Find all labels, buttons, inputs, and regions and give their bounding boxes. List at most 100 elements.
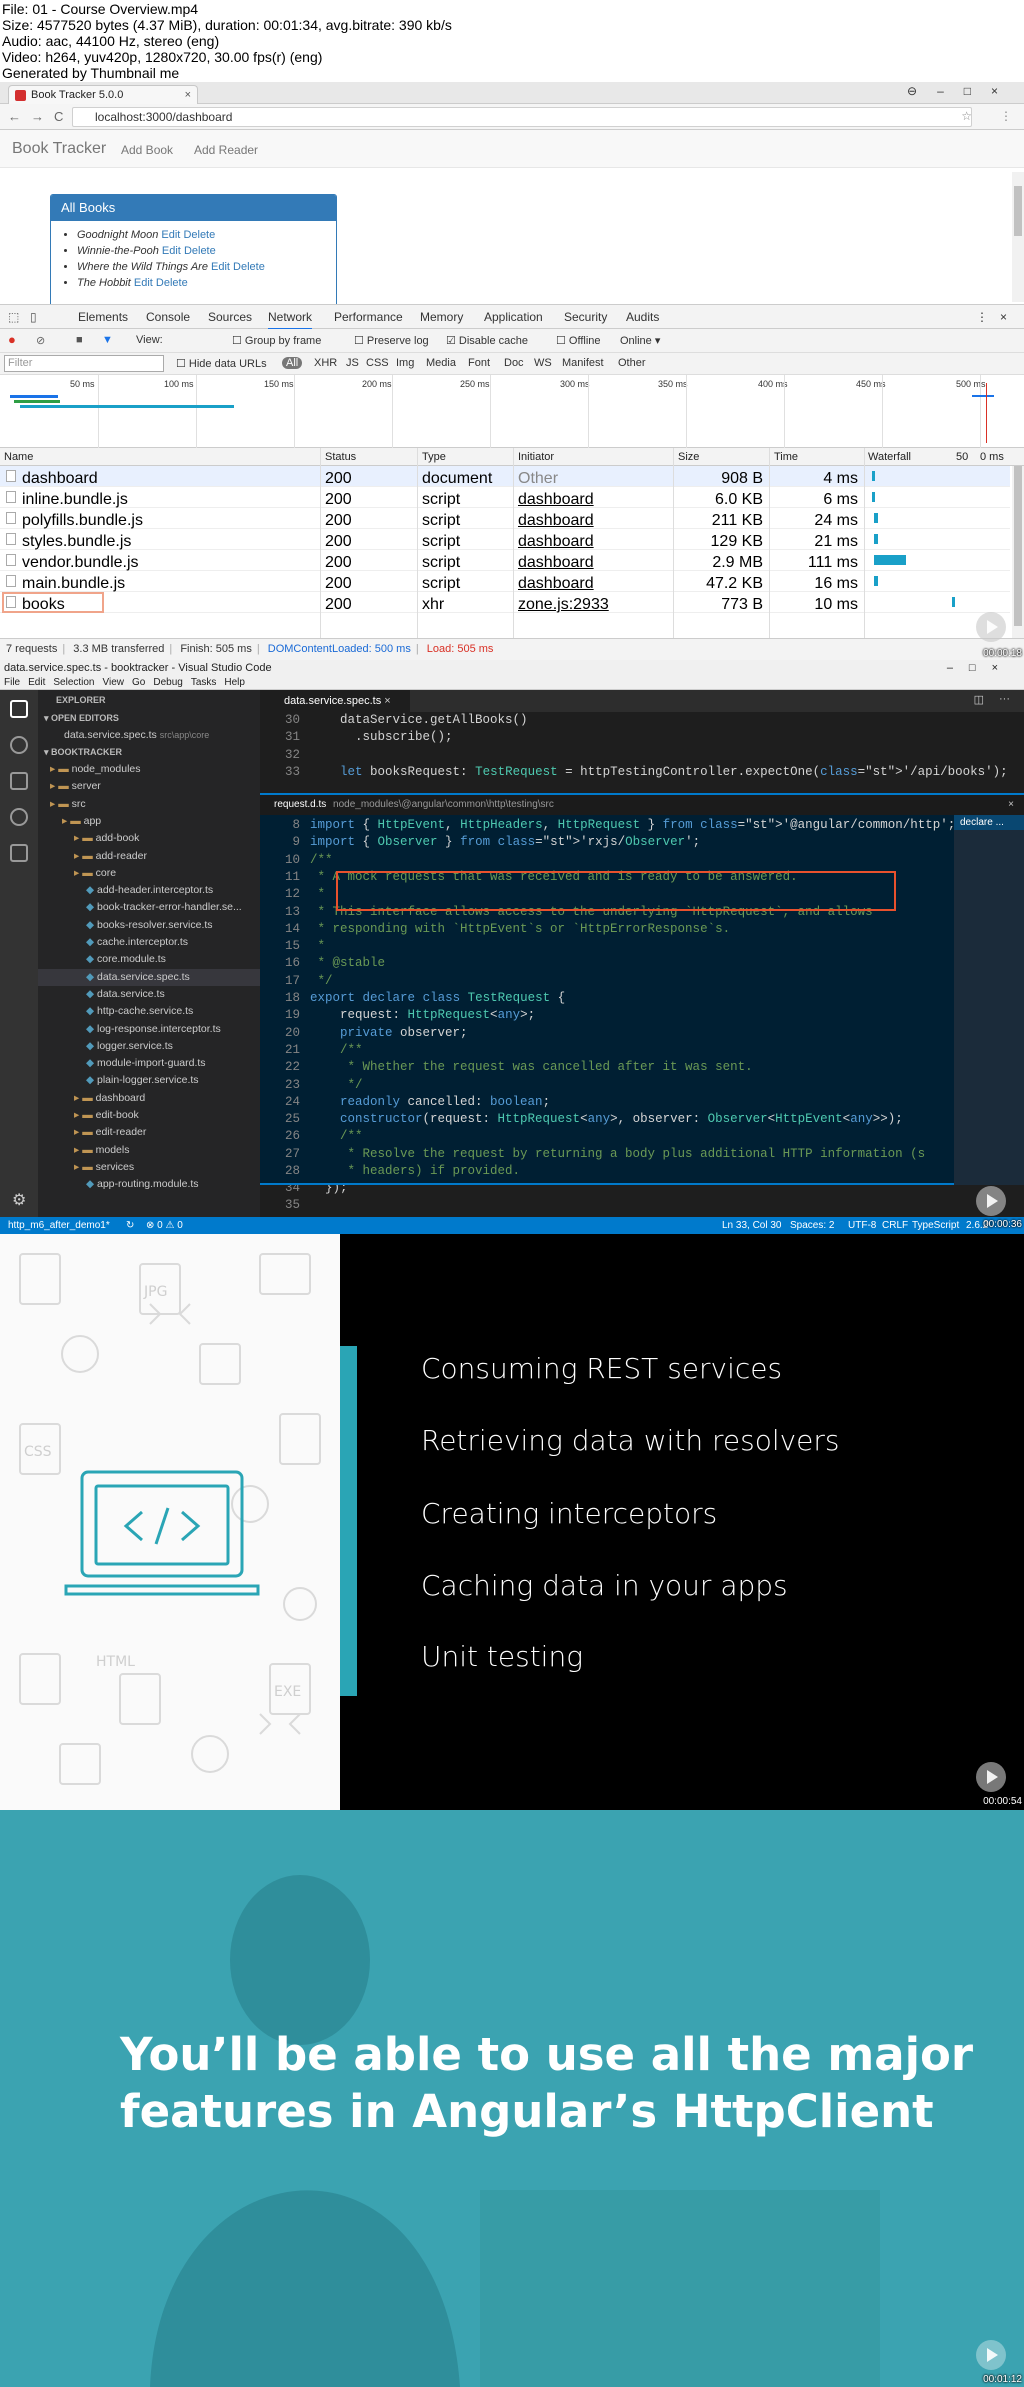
tree-file[interactable]: ◆ data.service.ts xyxy=(38,986,260,1003)
network-row[interactable]: books 200 xhr zone.js:2933 773 B 10 ms xyxy=(0,592,1010,613)
status-spaces[interactable]: Spaces: 2 xyxy=(790,1217,834,1234)
code-top[interactable]: 30 dataService.getAllBooks() 31 .subscrib… xyxy=(260,712,1024,782)
open-editor-item[interactable]: data.service.spec.ts src\app\core xyxy=(64,727,209,744)
menu-debug[interactable]: Debug xyxy=(153,677,182,688)
tree-folder[interactable]: ▸ ▬ core xyxy=(38,865,260,882)
tree-folder[interactable]: ▸ ▬ models xyxy=(38,1142,260,1159)
cell-initiator[interactable]: dashboard xyxy=(518,554,594,572)
delete-link[interactable]: Delete xyxy=(233,261,265,273)
debug-icon[interactable] xyxy=(10,808,28,826)
type-ws[interactable]: WS xyxy=(534,357,552,369)
edit-link[interactable]: Edit xyxy=(162,245,181,257)
menu-view[interactable]: View xyxy=(103,677,125,688)
col-initiator[interactable]: Initiator xyxy=(518,451,554,463)
status-position[interactable]: Ln 33, Col 30 xyxy=(722,1217,782,1234)
code-line[interactable]: 21 /** xyxy=(260,1042,954,1059)
tree-file[interactable]: ◆ module-import-guard.ts xyxy=(38,1055,260,1072)
window-controls[interactable]: ⊖–□× xyxy=(907,84,1018,98)
tree-file[interactable]: ◆ cache.interceptor.ts xyxy=(38,934,260,951)
col-time[interactable]: Time xyxy=(774,451,798,463)
editor-tab[interactable]: data.service.spec.ts × xyxy=(260,690,410,712)
status-encoding[interactable]: UTF-8 xyxy=(848,1217,876,1234)
edit-link[interactable]: Edit xyxy=(211,261,230,273)
edit-link[interactable]: Edit xyxy=(134,277,153,289)
tree-file[interactable]: ◆ http-cache.service.ts xyxy=(38,1003,260,1020)
tab-console[interactable]: Console xyxy=(146,310,190,324)
tree-folder[interactable]: ▸ ▬ add-book xyxy=(38,830,260,847)
cell-initiator[interactable]: dashboard xyxy=(518,512,594,530)
gear-icon[interactable]: ⚙ xyxy=(12,1190,26,1210)
type-font[interactable]: Font xyxy=(468,357,490,369)
record-icon[interactable]: ● xyxy=(8,332,16,347)
tree-file[interactable]: ◆ add-header.interceptor.ts xyxy=(38,882,260,899)
close-devtools-icon[interactable]: × xyxy=(1000,310,1007,324)
code-line[interactable]: 27 * Resolve the request by returning a … xyxy=(260,1146,954,1163)
network-row[interactable]: polyfills.bundle.js 200 script dashboard 211… xyxy=(0,508,1010,529)
tree-folder[interactable]: ▸ ▬ server xyxy=(38,778,260,795)
code-line[interactable]: 8 import { HttpEvent, HttpHeaders, HttpRe… xyxy=(260,817,954,834)
sync-icon[interactable]: ↻ xyxy=(126,1217,134,1234)
col-status[interactable]: Status xyxy=(325,451,356,463)
nav-add-reader[interactable]: Add Reader xyxy=(194,143,258,157)
menu-dots-icon[interactable]: ⋮ xyxy=(1000,109,1012,123)
code-line[interactable]: 33 let booksRequest: TestRequest = httpT… xyxy=(260,764,1024,781)
code-line[interactable]: 14 * responding with `HttpEvent`s or `Ht… xyxy=(260,921,954,938)
code-line[interactable]: 30 dataService.getAllBooks() xyxy=(260,712,1024,729)
nav-add-book[interactable]: Add Book xyxy=(121,143,173,157)
cell-initiator[interactable]: dashboard xyxy=(518,533,594,551)
project-header[interactable]: ▾ BOOKTRACKER xyxy=(44,744,122,761)
close-tab-icon[interactable]: × xyxy=(185,86,191,104)
delete-link[interactable]: Delete xyxy=(156,277,188,289)
code-line[interactable]: 19 request: HttpRequest<any>; xyxy=(260,1007,954,1024)
throttle-select[interactable]: Online ▾ xyxy=(620,334,660,347)
col-name[interactable]: Name xyxy=(4,451,33,463)
status-eol[interactable]: CRLF xyxy=(882,1217,908,1234)
menu-edit[interactable]: Edit xyxy=(28,677,45,688)
col-size[interactable]: Size xyxy=(678,451,699,463)
tree-folder[interactable]: ▸ ▬ edit-reader xyxy=(38,1124,260,1141)
code-line[interactable]: 16 * @stable xyxy=(260,955,954,972)
code-line[interactable]: 10 /** xyxy=(260,852,954,869)
tab-network[interactable]: Network xyxy=(268,310,313,330)
search-icon[interactable] xyxy=(10,736,28,754)
type-img[interactable]: Img xyxy=(396,357,414,369)
tree-folder[interactable]: ▸ ▬ edit-book xyxy=(38,1107,260,1124)
filter-icon[interactable]: ▼ xyxy=(102,334,113,346)
col-type[interactable]: Type xyxy=(422,451,446,463)
tab-security[interactable]: Security xyxy=(564,310,607,324)
code-line[interactable]: 20 private observer; xyxy=(260,1025,954,1042)
device-icon[interactable]: ▯ xyxy=(30,310,37,324)
network-row[interactable]: vendor.bundle.js 200 script dashboard 2.9 MB… xyxy=(0,550,1010,571)
tree-folder[interactable]: ▸ ▬ dashboard xyxy=(38,1090,260,1107)
network-row[interactable]: main.bundle.js 200 script dashboard 47.2 KB 1… xyxy=(0,571,1010,592)
tree-folder[interactable]: ▸ ▬ app xyxy=(38,813,260,830)
type-manifest[interactable]: Manifest xyxy=(562,357,604,369)
hide-data-urls-checkbox[interactable]: ☐ Hide data URLs xyxy=(176,357,267,370)
tab-application[interactable]: Application xyxy=(484,310,543,324)
network-overview[interactable]: 50 ms 100 ms 150 ms 200 ms 250 ms 300 ms… xyxy=(0,375,1024,448)
peek-reference-item[interactable]: declare ... xyxy=(954,815,1024,830)
cell-initiator[interactable]: dashboard xyxy=(518,575,594,593)
type-js[interactable]: JS xyxy=(346,357,359,369)
code-line[interactable]: 35 xyxy=(260,1197,1024,1214)
type-xhr[interactable]: XHR xyxy=(314,357,337,369)
code-line[interactable]: 18 export declare class TestRequest { xyxy=(260,990,954,1007)
tree-folder[interactable]: ▸ ▬ add-reader xyxy=(38,848,260,865)
cell-initiator[interactable]: zone.js:2933 xyxy=(518,596,609,614)
code-line[interactable]: 9 import { Observer } from class="st">'rx… xyxy=(260,834,954,851)
tree-file[interactable]: ◆ core.module.ts xyxy=(38,951,260,968)
delete-link[interactable]: Delete xyxy=(184,245,216,257)
edit-link[interactable]: Edit xyxy=(161,229,180,241)
network-row[interactable]: inline.bundle.js 200 script dashboard 6.0 KB… xyxy=(0,487,1010,508)
split-editor-icon[interactable]: ◫ xyxy=(974,693,984,706)
network-row[interactable]: dashboard 200 document Other 908 B 4 ms xyxy=(0,466,1010,487)
tab-performance[interactable]: Performance xyxy=(334,310,403,324)
code-line[interactable]: 24 readonly cancelled: boolean; xyxy=(260,1094,954,1111)
bookmark-star-icon[interactable]: ☆ xyxy=(961,109,972,123)
code-line[interactable]: 17 */ xyxy=(260,973,954,990)
extensions-icon[interactable] xyxy=(10,844,28,862)
tree-folder[interactable]: ▸ ▬ src xyxy=(38,796,260,813)
open-editors-header[interactable]: ▾ OPEN EDITORS xyxy=(44,710,119,727)
tab-audits[interactable]: Audits xyxy=(626,310,659,324)
tree-file[interactable]: ◆ books-resolver.service.ts xyxy=(38,917,260,934)
